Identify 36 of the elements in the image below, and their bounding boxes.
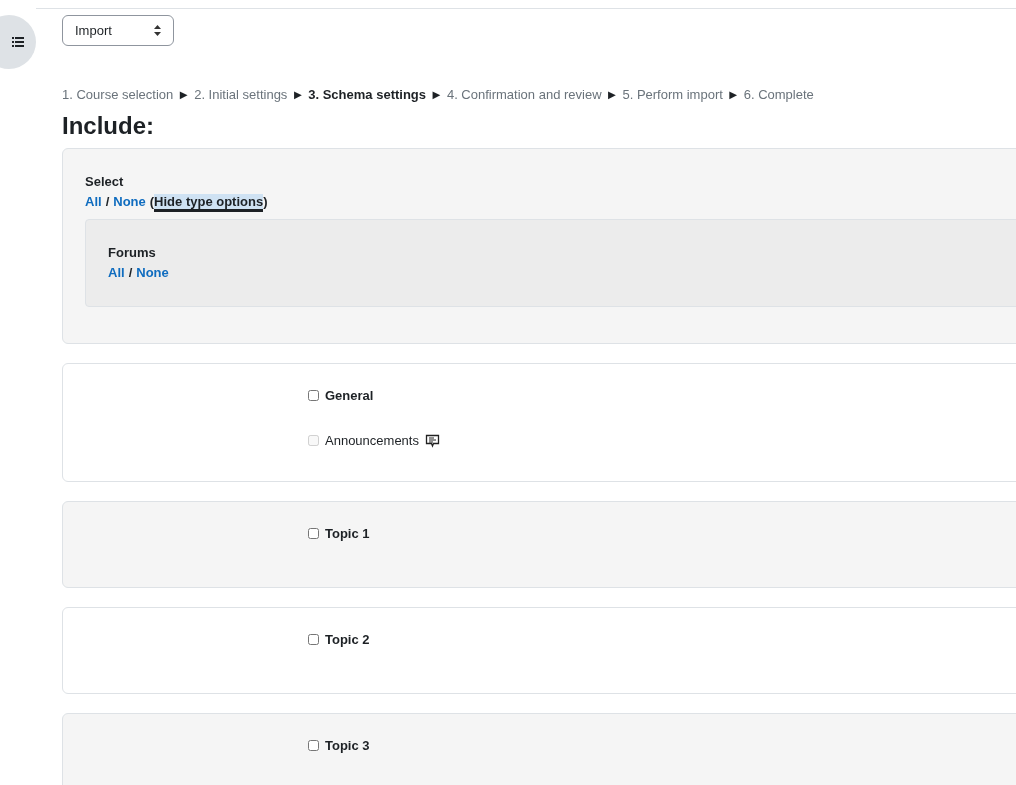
forum-icon bbox=[424, 433, 440, 448]
slash-text: / bbox=[128, 265, 133, 280]
section-checkbox[interactable] bbox=[308, 528, 319, 539]
breadcrumb-step: 6. Complete bbox=[743, 87, 814, 102]
breadcrumb-step: 1. Course selection bbox=[62, 87, 174, 102]
slash-text: / bbox=[105, 194, 110, 211]
breadcrumb-step: 5. Perform import bbox=[622, 87, 723, 102]
select-all-link[interactable]: All bbox=[85, 194, 102, 212]
type-label: Forums bbox=[108, 245, 157, 260]
select-all-link[interactable]: All bbox=[108, 265, 125, 280]
page-heading: Include: bbox=[62, 112, 155, 140]
select-label: Select bbox=[85, 174, 125, 189]
section-checkbox[interactable] bbox=[308, 634, 319, 645]
breadcrumb-step: 3. Schema settings bbox=[308, 87, 427, 102]
arrow-separator: ► bbox=[726, 87, 740, 102]
sort-caret-icon bbox=[154, 25, 161, 36]
hide-type-options-link[interactable]: Hide type options bbox=[154, 194, 264, 212]
breadcrumb-step: 2. Initial settings bbox=[194, 87, 288, 102]
arrow-separator: ► bbox=[605, 87, 619, 102]
paren-text: ( bbox=[149, 194, 155, 211]
arrow-separator: ► bbox=[430, 87, 443, 102]
section-name: Topic 2 bbox=[325, 632, 370, 647]
action-select[interactable]: Import bbox=[62, 15, 174, 46]
list-icon bbox=[12, 37, 24, 47]
section-name: Topic 1 bbox=[325, 526, 370, 541]
breadcrumb-step: 4. Confirmation and review bbox=[446, 87, 602, 102]
section-name: Topic 3 bbox=[325, 738, 370, 753]
select-none-link[interactable]: None bbox=[113, 194, 146, 212]
paren-text: ) bbox=[263, 194, 268, 211]
select-none-link[interactable]: None bbox=[136, 265, 169, 280]
arrow-separator: ► bbox=[177, 87, 191, 102]
activity-name: Announcements bbox=[325, 433, 419, 448]
section-name: General bbox=[325, 388, 374, 403]
section-checkbox[interactable] bbox=[308, 390, 319, 401]
arrow-separator: ► bbox=[291, 87, 305, 102]
section-checkbox[interactable] bbox=[308, 740, 319, 751]
